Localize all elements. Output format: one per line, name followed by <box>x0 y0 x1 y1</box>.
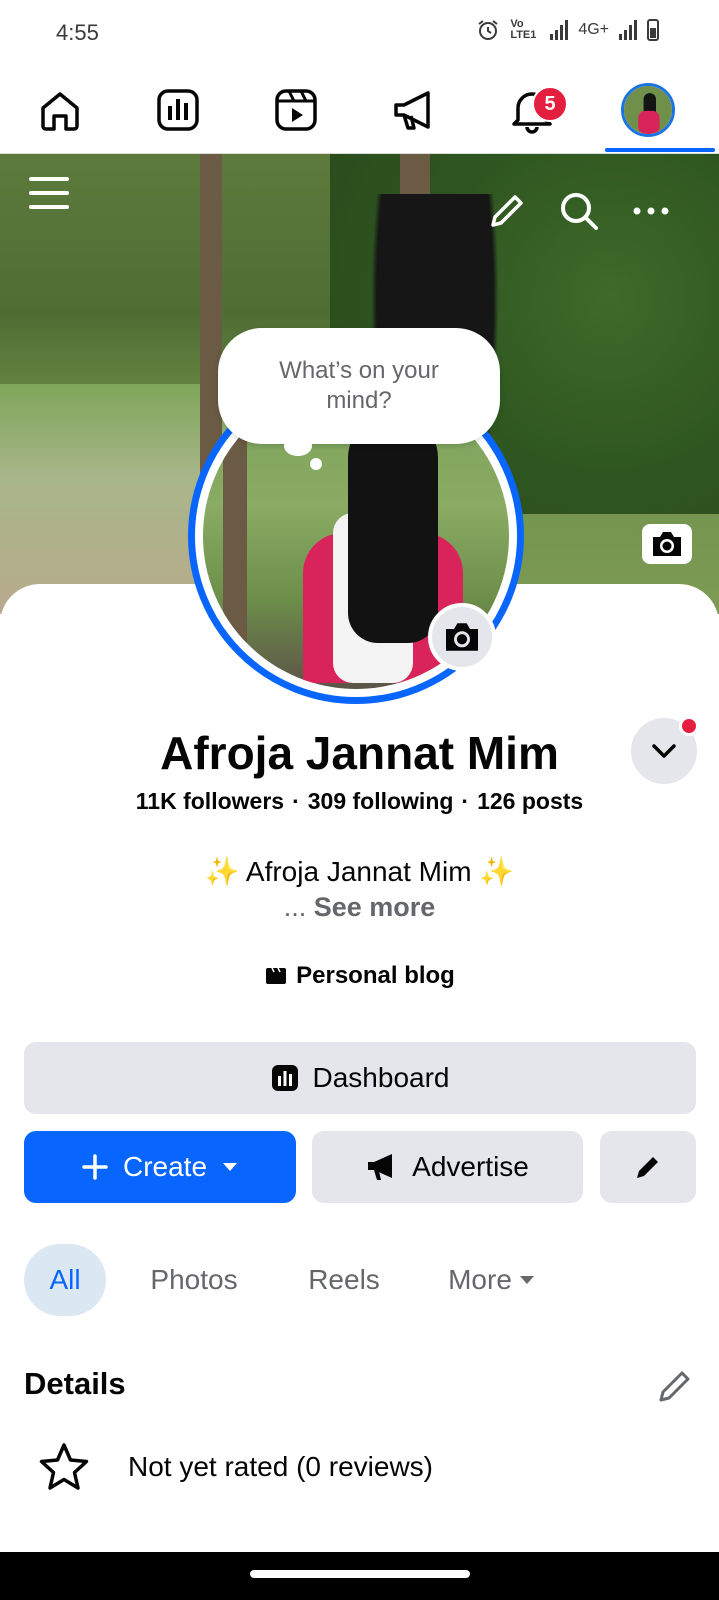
signal-icon-2 <box>619 20 637 40</box>
status-time: 4:55 <box>56 20 99 45</box>
network-type: 4G+ <box>578 21 609 38</box>
notification-dot <box>679 716 699 736</box>
star-icon <box>39 1443 89 1490</box>
tab-all[interactable]: All <box>24 1244 106 1316</box>
notifications-tab[interactable]: 5 <box>502 80 568 140</box>
bubble-tail-dot <box>310 458 322 470</box>
dashboard-button[interactable]: Dashboard <box>24 1042 696 1114</box>
separator: · <box>461 788 470 814</box>
see-more-label: See more <box>313 892 436 922</box>
chevron-down-icon <box>652 744 676 758</box>
separator: · <box>292 788 300 814</box>
profile-category: Personal blog <box>0 962 719 990</box>
reels-tab[interactable] <box>266 80 326 140</box>
rating-text: Not yet rated (0 reviews) <box>128 1451 433 1482</box>
pencil-icon <box>637 1157 658 1178</box>
camera-icon <box>653 532 681 556</box>
edit-details-button[interactable] <box>655 1366 695 1411</box>
alarm-icon <box>478 20 498 40</box>
avatar <box>621 83 675 137</box>
create-button[interactable]: Create <box>24 1131 296 1203</box>
active-tab-indicator <box>605 148 715 152</box>
dashboard-icon <box>157 89 199 131</box>
volte-label: Vo LTE1 <box>510 18 537 41</box>
category-label: Personal blog <box>296 962 455 989</box>
cover-camera-button[interactable] <box>642 524 692 564</box>
signal-icon <box>550 20 569 40</box>
menu-button[interactable] <box>24 168 74 218</box>
profile-stats: 11K followers · 309 following · 126 posts <box>0 788 719 815</box>
search-button[interactable] <box>554 186 604 236</box>
clapperboard-icon <box>266 967 287 984</box>
followers-count[interactable]: 11K followers <box>136 788 284 814</box>
ellipsis: ... <box>283 892 307 922</box>
profile-bio: ✨ Afroja Jannat Mim ✨ <box>204 856 515 887</box>
create-label: Create <box>122 1151 208 1182</box>
status-icons: Vo LTE1 4G+ <box>476 18 659 42</box>
more-dots-icon <box>633 207 669 215</box>
ads-tab[interactable] <box>384 80 444 140</box>
megaphone-icon <box>394 91 430 130</box>
tab-more-label: More <box>448 1264 512 1295</box>
dashboard-icon <box>271 1065 298 1091</box>
pencil-icon <box>659 1371 690 1402</box>
profile-name: Afroja Jannat Mim <box>160 727 559 779</box>
status-bar: 4:55 Vo LTE1 4G+ <box>0 0 719 66</box>
battery-icon <box>647 19 659 41</box>
plus-icon <box>82 1154 108 1180</box>
edit-profile-button[interactable] <box>482 186 532 236</box>
posts-count: 126 posts <box>477 788 584 814</box>
top-nav: 5 <box>0 66 719 154</box>
bubble-tail <box>284 436 312 456</box>
following-count[interactable]: 309 following <box>308 788 454 814</box>
whats-on-your-mind-bubble[interactable]: What’s on your mind? <box>218 328 500 444</box>
profile-dropdown-button[interactable] <box>631 716 699 784</box>
home-tab[interactable] <box>30 80 90 140</box>
tab-photos[interactable]: Photos <box>134 1244 254 1316</box>
home-indicator[interactable] <box>250 1570 470 1578</box>
caret-down-icon <box>519 1276 534 1284</box>
megaphone-icon <box>368 1154 393 1180</box>
profile-camera-button[interactable] <box>428 603 496 671</box>
details-heading: Details <box>24 1366 126 1401</box>
advertise-button[interactable]: Advertise <box>312 1131 583 1203</box>
profile-tab[interactable] <box>618 80 678 140</box>
edit-button[interactable] <box>600 1131 696 1203</box>
caret-down-icon <box>223 1163 238 1171</box>
home-icon <box>41 92 79 131</box>
tab-more[interactable]: More <box>436 1244 548 1316</box>
notification-badge: 5 <box>532 86 568 122</box>
camera-icon <box>446 623 478 651</box>
search-icon <box>561 193 598 230</box>
see-more-link[interactable]: ... See more <box>0 892 719 923</box>
advertise-label: Advertise <box>412 1151 529 1182</box>
rating-row[interactable]: Not yet rated (0 reviews) <box>38 1442 433 1492</box>
dashboard-tab[interactable] <box>148 80 208 140</box>
pencil-icon <box>491 195 523 227</box>
tab-reels[interactable]: Reels <box>296 1244 392 1316</box>
more-options-button[interactable] <box>626 186 676 236</box>
reels-icon <box>275 89 317 131</box>
hamburger-icon <box>29 177 69 209</box>
dashboard-label: Dashboard <box>312 1062 450 1093</box>
